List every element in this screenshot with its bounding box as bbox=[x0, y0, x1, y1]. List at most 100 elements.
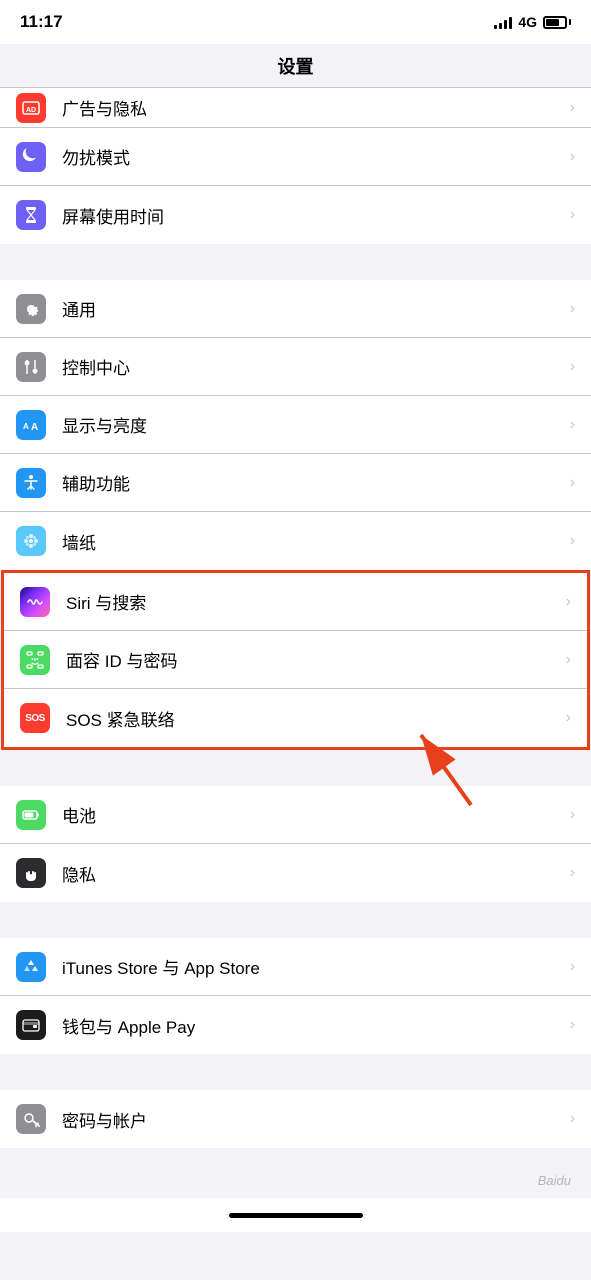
screentime-label: 屏幕使用时间 bbox=[62, 203, 562, 228]
faceid-icon-bg bbox=[20, 645, 50, 675]
settings-item-wallpaper[interactable]: 墙纸 › bbox=[0, 512, 591, 570]
siri-chevron: › bbox=[566, 593, 571, 611]
settings-item-accessibility[interactable]: 辅助功能 › bbox=[0, 454, 591, 512]
general-icon bbox=[16, 294, 46, 324]
control-center-label: 控制中心 bbox=[62, 354, 562, 379]
settings-item-screentime[interactable]: 屏幕使用时间 › bbox=[0, 186, 591, 244]
signal-bar-4 bbox=[509, 17, 512, 29]
appstore-icon bbox=[16, 952, 46, 982]
wallpaper-chevron: › bbox=[570, 532, 575, 550]
wallet-chevron: › bbox=[570, 1016, 575, 1034]
faceid-icon bbox=[25, 650, 45, 670]
control-center-icon bbox=[16, 352, 46, 382]
siri-label: Siri 与搜索 bbox=[66, 589, 558, 614]
settings-container: AD 广告与隐私 › 勿扰模式 › bbox=[0, 88, 591, 1198]
wallpaper-icon bbox=[16, 526, 46, 556]
general-label: 通用 bbox=[62, 296, 562, 321]
settings-item-battery[interactable]: 电池 › bbox=[0, 786, 591, 844]
group-battery-privacy: 电池 › 隐私 › bbox=[0, 786, 591, 902]
partial-label: 广告与隐私 bbox=[62, 95, 562, 120]
group-display: 通用 › 控制中心 › bbox=[0, 280, 591, 570]
settings-item-faceid[interactable]: 面容 ID 与密码 › bbox=[4, 631, 587, 689]
sos-icon: SOS bbox=[20, 703, 50, 733]
highlighted-group: Siri 与搜索 › bbox=[1, 570, 590, 750]
faceid-label: 面容 ID 与密码 bbox=[66, 647, 558, 672]
screentime-icon bbox=[16, 200, 46, 230]
sliders-icon bbox=[21, 357, 41, 377]
group-passwords: 密码与帐户 › bbox=[0, 1090, 591, 1148]
wallet-label: 钱包与 Apple Pay bbox=[62, 1013, 562, 1038]
screentime-chevron: › bbox=[570, 206, 575, 224]
gear-icon bbox=[21, 299, 41, 319]
settings-item-siri[interactable]: Siri 与搜索 › bbox=[4, 573, 587, 631]
bottom-area: Baidu bbox=[0, 1148, 591, 1198]
flower-icon bbox=[21, 531, 41, 551]
wallpaper-label: 墙纸 bbox=[62, 529, 562, 554]
itunes-label: iTunes Store 与 App Store bbox=[62, 954, 562, 979]
siri-waveform-icon bbox=[25, 592, 45, 612]
ad-icon: AD bbox=[21, 98, 41, 118]
partial-icon: AD bbox=[16, 93, 46, 123]
home-indicator bbox=[229, 1213, 363, 1218]
separator-2 bbox=[0, 750, 591, 786]
signal-bar-1 bbox=[494, 25, 497, 29]
settings-item-privacy[interactable]: 隐私 › bbox=[0, 844, 591, 902]
wallet-icon bbox=[16, 1010, 46, 1040]
status-icons: 4G bbox=[494, 14, 571, 30]
settings-item-general[interactable]: 通用 › bbox=[0, 280, 591, 338]
sos-label: SOS 紧急联络 bbox=[66, 706, 558, 731]
home-indicator-container bbox=[0, 1198, 591, 1232]
key-icon bbox=[16, 1104, 46, 1134]
privacy-label: 隐私 bbox=[62, 861, 562, 886]
settings-item-itunes[interactable]: iTunes Store 与 App Store › bbox=[0, 938, 591, 996]
battery-label: 电池 bbox=[62, 802, 562, 827]
status-bar: 11:17 4G bbox=[0, 0, 591, 44]
dnd-chevron: › bbox=[570, 148, 575, 166]
group-dnd-screentime: 勿扰模式 › 屏幕使用时间 › bbox=[0, 128, 591, 244]
settings-item-control-center[interactable]: 控制中心 › bbox=[0, 338, 591, 396]
dnd-icon bbox=[16, 142, 46, 172]
signal-bar-3 bbox=[504, 20, 507, 29]
svg-text:AD: AD bbox=[26, 107, 36, 114]
signal-bar-2 bbox=[499, 23, 502, 29]
faceid-chevron: › bbox=[566, 651, 571, 669]
separator-1 bbox=[0, 244, 591, 280]
settings-item-passwords[interactable]: 密码与帐户 › bbox=[0, 1090, 591, 1148]
highlighted-section: Siri 与搜索 › bbox=[0, 570, 591, 750]
privacy-chevron: › bbox=[570, 864, 575, 882]
appstore-logo-icon bbox=[21, 957, 41, 977]
accessibility-icon bbox=[21, 473, 41, 493]
battery-chevron: › bbox=[570, 806, 575, 824]
accessibility-label: 辅助功能 bbox=[62, 470, 562, 495]
accessibility-icon-bg bbox=[16, 468, 46, 498]
settings-item-sos[interactable]: SOS SOS 紧急联络 › bbox=[4, 689, 587, 747]
display-chevron: › bbox=[570, 416, 575, 434]
moon-icon bbox=[21, 147, 41, 167]
battery-indicator bbox=[543, 16, 571, 29]
privacy-icon bbox=[16, 858, 46, 888]
accessibility-chevron: › bbox=[570, 474, 575, 492]
page-title: 设置 bbox=[278, 53, 314, 79]
partial-item[interactable]: AD 广告与隐私 › bbox=[0, 88, 591, 128]
control-center-chevron: › bbox=[570, 358, 575, 376]
group-stores: iTunes Store 与 App Store › 钱包与 Apple Pay… bbox=[0, 938, 591, 1054]
settings-item-wallet[interactable]: 钱包与 Apple Pay › bbox=[0, 996, 591, 1054]
battery-icon bbox=[16, 800, 46, 830]
settings-item-dnd[interactable]: 勿扰模式 › bbox=[0, 128, 591, 186]
siri-icon bbox=[20, 587, 50, 617]
settings-item-display[interactable]: A A 显示与亮度 › bbox=[0, 396, 591, 454]
aa-icon: A A bbox=[21, 415, 41, 435]
sos-chevron: › bbox=[566, 709, 571, 727]
passwords-chevron: › bbox=[570, 1110, 575, 1128]
itunes-chevron: › bbox=[570, 958, 575, 976]
battery-body bbox=[543, 16, 567, 29]
wallet-logo-icon bbox=[21, 1015, 41, 1035]
separator-3 bbox=[0, 902, 591, 938]
display-icon: A A bbox=[16, 410, 46, 440]
partial-chevron: › bbox=[570, 99, 575, 117]
page-wrapper: 11:17 4G 设置 bbox=[0, 0, 591, 1232]
partial-group: AD 广告与隐私 › bbox=[0, 88, 591, 128]
status-time: 11:17 bbox=[20, 12, 63, 32]
hand-icon bbox=[21, 863, 41, 883]
hourglass-icon bbox=[21, 205, 41, 225]
